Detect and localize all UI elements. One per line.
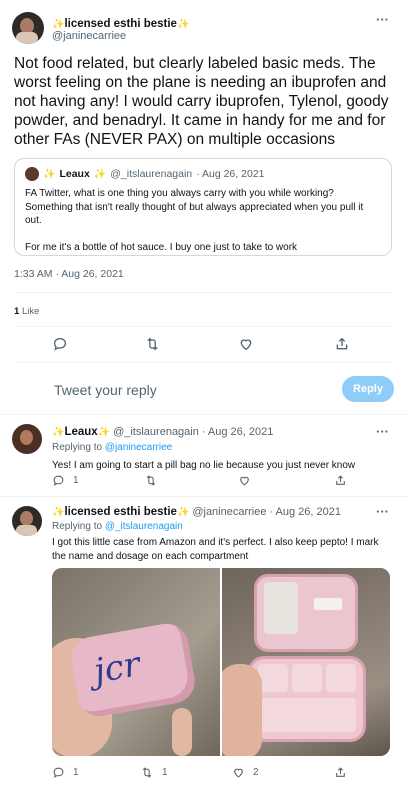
quoted-date: · Aug 26, 2021 (196, 168, 265, 180)
handle[interactable]: @janinecarriee (192, 506, 266, 518)
avatar[interactable] (12, 424, 42, 454)
sparkle-icon: ✨ (176, 19, 190, 30)
replying-to: Replying to @janinecarriee (52, 442, 172, 453)
date[interactable]: · Aug 26, 2021 (269, 506, 341, 518)
replying-to: Replying to @_itslaurenagain (52, 521, 183, 532)
retweet-icon (146, 475, 156, 486)
reply-header: ✨licensed esthi bestie✨ @janinecarriee ·… (52, 506, 341, 518)
reply-composer: Tweet your reply Reply (0, 370, 408, 410)
sparkle-icon: ✨ (93, 168, 107, 180)
timestamp[interactable]: 1:33 AM · Aug 26, 2021 (14, 268, 124, 280)
media-gallery[interactable]: jcr (52, 568, 390, 756)
sparkle-icon: ✨ (52, 427, 65, 438)
heart-icon (240, 476, 249, 486)
case-lettering: jcr (90, 644, 143, 692)
reply-submit-button[interactable]: Reply (342, 376, 394, 402)
divider (0, 496, 408, 497)
display-name: licensed esthi bestie (64, 18, 177, 30)
reply-icon (53, 475, 64, 486)
replying-to-link[interactable]: @janinecarriee (105, 442, 172, 453)
quoted-text-2: For me it's a bottle of hot sauce. I buy… (25, 241, 298, 253)
likes-summary[interactable]: 1 Like (14, 306, 39, 317)
more-icon[interactable]: ··· (376, 504, 389, 519)
reply-button[interactable]: 1 (52, 474, 79, 487)
avatar[interactable] (12, 506, 42, 536)
photo-open-case[interactable] (222, 568, 390, 756)
like-button[interactable] (238, 474, 251, 487)
heart-icon (234, 768, 243, 778)
replying-to-link[interactable]: @_itslaurenagain (105, 521, 183, 532)
date[interactable]: · Aug 26, 2021 (202, 426, 274, 438)
replying-label: Replying to (52, 442, 103, 453)
like-label: Like (21, 306, 40, 317)
display-name[interactable]: licensed esthi bestie (64, 506, 177, 518)
reply-button[interactable] (52, 336, 68, 352)
divider (14, 292, 394, 293)
reply-button[interactable]: 1 (52, 766, 79, 779)
heart-icon (240, 339, 252, 351)
handle[interactable]: @_itslaurenagain (113, 426, 199, 438)
share-button[interactable] (334, 336, 350, 352)
share-icon (336, 767, 345, 777)
share-button[interactable] (334, 766, 347, 779)
retweet-button[interactable]: 1 (140, 766, 168, 779)
like-count: 1 (14, 306, 20, 317)
sparkle-icon: ✨ (97, 427, 111, 438)
quoted-text-1: FA Twitter, what is one thing you always… (25, 188, 364, 226)
quoted-tweet[interactable]: ✨ Leaux ✨ @_itslaurenagain · Aug 26, 2021 … (14, 158, 392, 256)
sparkle-icon: ✨ (43, 168, 56, 180)
reply-icon (53, 337, 67, 351)
share-icon (336, 337, 348, 350)
reply-count: 1 (73, 767, 79, 778)
sparkle-icon: ✨ (52, 507, 65, 518)
retweet-button[interactable] (144, 336, 161, 352)
like-button[interactable]: 2 (232, 766, 259, 779)
avatar[interactable] (12, 12, 44, 44)
sparkle-icon: ✨ (52, 19, 65, 30)
handle[interactable]: @janinecarriee (52, 30, 126, 42)
share-button[interactable] (334, 474, 347, 487)
replying-label: Replying to (52, 521, 103, 532)
tweet-text: Not food related, but clearly labeled ba… (14, 55, 389, 148)
reply-icon (53, 767, 64, 778)
more-icon[interactable]: ··· (376, 424, 389, 439)
retweet-icon (142, 767, 152, 778)
quoted-display-name: Leaux (59, 168, 90, 180)
divider (14, 326, 394, 327)
sparkle-icon: ✨ (176, 507, 190, 518)
reply-text: Yes! I am going to start a pill bag no l… (52, 460, 356, 471)
like-count: 2 (253, 767, 259, 778)
retweet-count: 1 (162, 767, 168, 778)
retweet-icon (147, 337, 158, 351)
like-button[interactable] (238, 336, 254, 352)
divider (0, 414, 408, 415)
display-name[interactable]: Leaux (64, 426, 97, 438)
reply-count: 1 (73, 475, 79, 486)
quoted-handle: @_itslaurenagain (110, 168, 193, 180)
reply-text: I got this little case from Amazon and i… (52, 537, 379, 562)
share-icon (336, 475, 345, 485)
reply-header: ✨Leaux✨ @_itslaurenagain · Aug 26, 2021 (52, 426, 273, 438)
photo-closed-case[interactable]: jcr (52, 568, 220, 756)
reply-input[interactable]: Tweet your reply (54, 382, 157, 398)
divider (14, 362, 394, 363)
more-icon[interactable]: ··· (376, 12, 389, 27)
avatar (25, 167, 39, 181)
retweet-button[interactable] (144, 474, 158, 487)
